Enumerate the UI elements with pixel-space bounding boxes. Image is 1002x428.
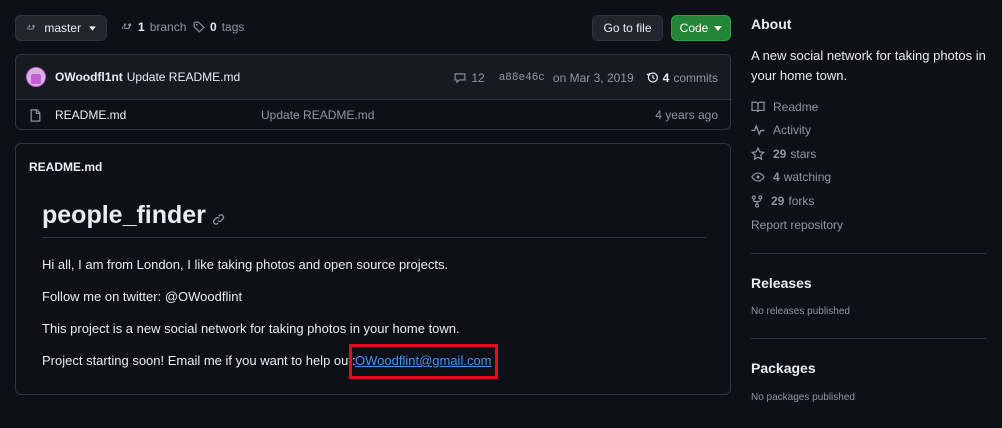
code-button[interactable]: Code bbox=[671, 15, 731, 41]
commit-message-link[interactable]: Update README.md bbox=[127, 70, 240, 84]
branch-name: master bbox=[44, 21, 82, 35]
file-age: 4 years ago bbox=[655, 108, 718, 122]
packages-empty-text: No packages published bbox=[751, 392, 855, 403]
watching-count: 4 bbox=[773, 170, 780, 184]
commit-date: on Mar 3, 2019 bbox=[552, 70, 634, 85]
stars-label: stars bbox=[790, 147, 817, 161]
about-title: About bbox=[751, 16, 792, 32]
pulse-icon bbox=[751, 124, 765, 136]
eye-icon bbox=[751, 172, 765, 182]
commit-meta: 12 a88e46c on Mar 3, 2019 4 commits bbox=[454, 55, 718, 100]
activity-link[interactable]: Activity bbox=[751, 123, 811, 137]
commit-author-link[interactable]: OWoodfl1nt bbox=[55, 70, 123, 84]
star-icon bbox=[751, 147, 765, 161]
commit-sha-link[interactable]: a88e46c bbox=[499, 72, 545, 84]
readme-heading-text: people_finder bbox=[42, 201, 206, 229]
fork-icon bbox=[751, 194, 763, 208]
branch-icon bbox=[121, 23, 132, 30]
tag-count: 0 bbox=[210, 20, 217, 34]
code-button-label: Code bbox=[679, 21, 709, 35]
file-browser: OWoodfl1nt Update README.md 12 a88e46c o… bbox=[15, 54, 731, 130]
releases-empty-text: No releases published bbox=[751, 306, 850, 317]
tag-label: tags bbox=[221, 20, 245, 34]
sidebar-divider bbox=[751, 338, 986, 339]
email-link[interactable]: OWoodflint@gmail.com bbox=[355, 353, 492, 368]
file-commit-message-link[interactable]: Update README.md bbox=[261, 108, 374, 122]
comments-link[interactable]: 12 bbox=[454, 70, 485, 85]
chevron-down-icon bbox=[714, 25, 723, 31]
packages-title-link[interactable]: Packages bbox=[751, 360, 816, 376]
about-description: A new social network for taking photos i… bbox=[751, 48, 986, 83]
readme-heading: people_finder bbox=[42, 201, 706, 238]
stars-count: 29 bbox=[773, 147, 787, 161]
anchor-link-icon[interactable] bbox=[212, 213, 225, 226]
readme-help-paragraph: Project starting soon! Email me if you w… bbox=[42, 353, 356, 368]
releases-title-link[interactable]: Releases bbox=[751, 275, 812, 291]
readme-panel: README.md people_finder Hi all, I am fro… bbox=[15, 143, 731, 395]
branches-link[interactable]: 1 branch bbox=[121, 20, 186, 34]
file-icon bbox=[30, 108, 41, 122]
readme-link-label: Readme bbox=[773, 100, 819, 114]
book-icon bbox=[751, 101, 765, 113]
history-icon bbox=[646, 72, 658, 83]
readme-filename-link[interactable]: README.md bbox=[29, 160, 102, 174]
sidebar-divider bbox=[751, 253, 986, 254]
tags-link[interactable]: 0 tags bbox=[193, 20, 244, 34]
commit-count: 4 bbox=[662, 70, 670, 85]
activity-link-label: Activity bbox=[773, 123, 812, 137]
watching-label: watching bbox=[783, 170, 832, 184]
readme-paragraph: This project is a new social network for… bbox=[42, 321, 460, 336]
stars-link[interactable]: 29 stars bbox=[751, 147, 816, 161]
forks-count: 29 bbox=[771, 194, 785, 208]
tag-icon bbox=[193, 21, 205, 33]
forks-link[interactable]: 29 forks bbox=[751, 194, 814, 208]
branch-icon bbox=[26, 24, 35, 30]
commit-label: commits bbox=[673, 70, 718, 85]
go-to-file-button[interactable]: Go to file bbox=[592, 15, 663, 41]
latest-commit-row: OWoodfl1nt Update README.md 12 a88e46c o… bbox=[16, 55, 730, 100]
commits-history-link[interactable]: 4 commits bbox=[646, 71, 718, 85]
branch-label: branch bbox=[149, 20, 187, 34]
branch-selector-button[interactable]: master bbox=[15, 15, 107, 41]
comment-icon bbox=[454, 72, 466, 83]
forks-label: forks bbox=[788, 194, 815, 208]
file-name-link[interactable]: README.md bbox=[55, 108, 126, 122]
file-row[interactable]: README.md Update README.md 4 years ago bbox=[16, 100, 730, 129]
readme-paragraph: Hi all, I am from London, I like taking … bbox=[42, 257, 449, 272]
report-repository-link[interactable]: Report repository bbox=[751, 218, 843, 232]
watchers-link[interactable]: 4 watching bbox=[751, 170, 831, 184]
comment-count: 12 bbox=[471, 70, 485, 85]
readme-link[interactable]: Readme bbox=[751, 100, 818, 114]
readme-paragraph: Follow me on twitter: @OWoodflint bbox=[42, 289, 243, 304]
chevron-down-icon bbox=[89, 25, 96, 31]
avatar[interactable] bbox=[26, 67, 46, 87]
branch-count: 1 bbox=[138, 20, 145, 34]
